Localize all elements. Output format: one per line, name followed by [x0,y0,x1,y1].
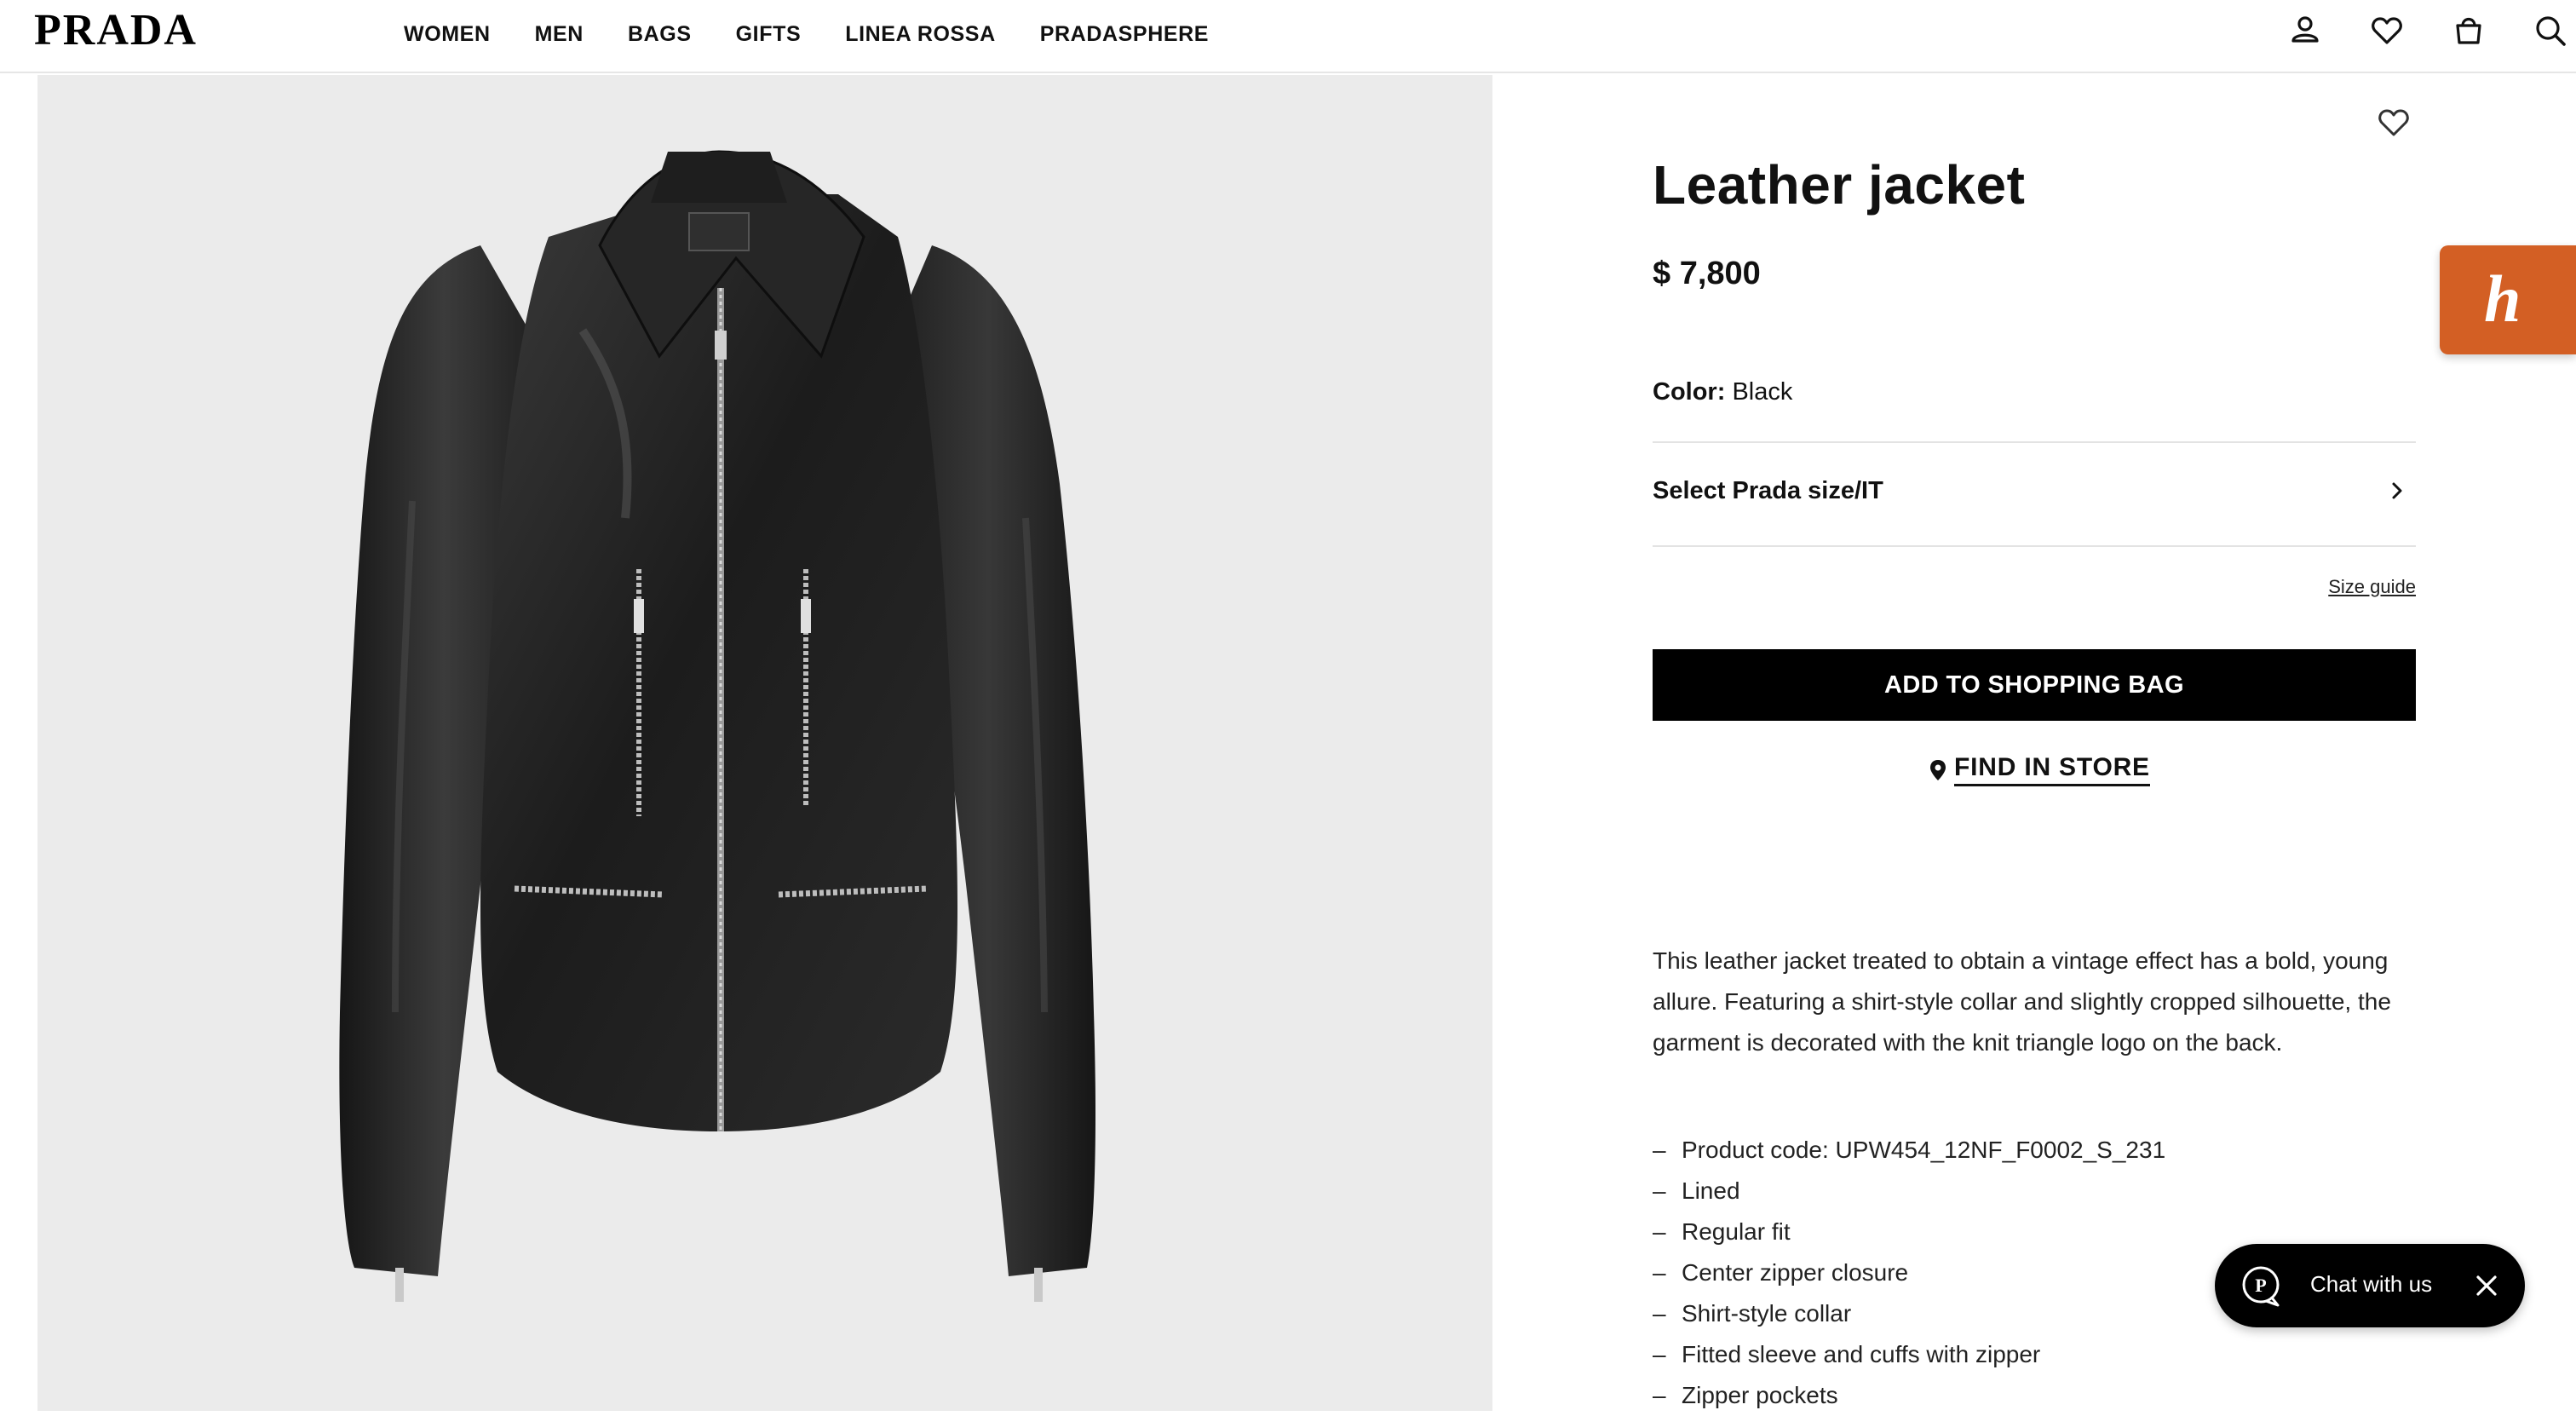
chat-bubble-icon: P [2242,1266,2280,1307]
divider [1653,545,2416,547]
list-item: – Lined [1653,1177,1740,1204]
add-to-wishlist-heart-icon[interactable] [2375,104,2412,141]
honey-logo-icon: h [2484,262,2521,336]
product-image[interactable] [37,75,1492,1411]
product-title: Leather jacket [1653,154,2026,216]
color-label: Color: [1653,378,1726,406]
site-header: PRADA WOMEN MEN BAGS GIFTS LINEA ROSSA P… [0,0,2576,73]
size-guide-link[interactable]: Size guide [2328,576,2416,598]
color-value: Black [1732,378,1793,406]
honey-extension-badge[interactable]: h [2440,245,2576,354]
list-item: – Product code: UPW454_12NF_F0002_S_231 [1653,1137,2166,1163]
prada-logo[interactable]: PRADA [34,5,198,55]
main-nav: WOMEN MEN BAGS GIFTS LINEA ROSSA PRADASP… [404,22,1253,47]
close-icon[interactable] [2472,1271,2501,1300]
find-in-store-link[interactable]: FIND IN STORE [1929,753,2150,786]
account-icon[interactable] [2286,12,2324,49]
add-to-shopping-bag-button[interactable]: ADD TO SHOPPING BAG [1653,649,2416,721]
nav-gifts[interactable]: GIFTS [736,22,802,47]
location-pin-icon [1930,759,1946,780]
product-description: This leather jacket treated to obtain a … [1653,947,2391,1056]
nav-men[interactable]: MEN [535,22,584,47]
nav-bags[interactable]: BAGS [628,22,692,47]
chat-label: Chat with us [2310,1271,2433,1297]
product-price: $ 7,800 [1653,256,1761,291]
chat-widget[interactable]: P Chat with us [2215,1244,2525,1327]
list-item: – Fitted sleeve and cuffs with zipper [1653,1341,2041,1367]
nav-women[interactable]: WOMEN [404,22,491,47]
chevron-right-icon [2392,482,2402,499]
size-select-label: Select Prada size/IT [1653,477,1883,504]
find-in-store-label: FIND IN STORE [1954,753,2150,786]
search-icon[interactable] [2532,12,2569,49]
leather-jacket-image [339,150,1096,1302]
list-item: – Zipper pockets [1653,1382,1838,1408]
nav-linea-rossa[interactable]: LINEA ROSSA [845,22,996,47]
shopping-bag-icon[interactable] [2450,12,2487,49]
nav-pradasphere[interactable]: PRADASPHERE [1040,22,1209,47]
color-row: Color: Black [1653,378,1792,406]
size-select[interactable]: Select Prada size/IT [1653,441,2416,544]
header-icons [2286,12,2576,63]
wishlist-icon[interactable] [2368,12,2406,49]
svg-text:P: P [2255,1275,2266,1296]
